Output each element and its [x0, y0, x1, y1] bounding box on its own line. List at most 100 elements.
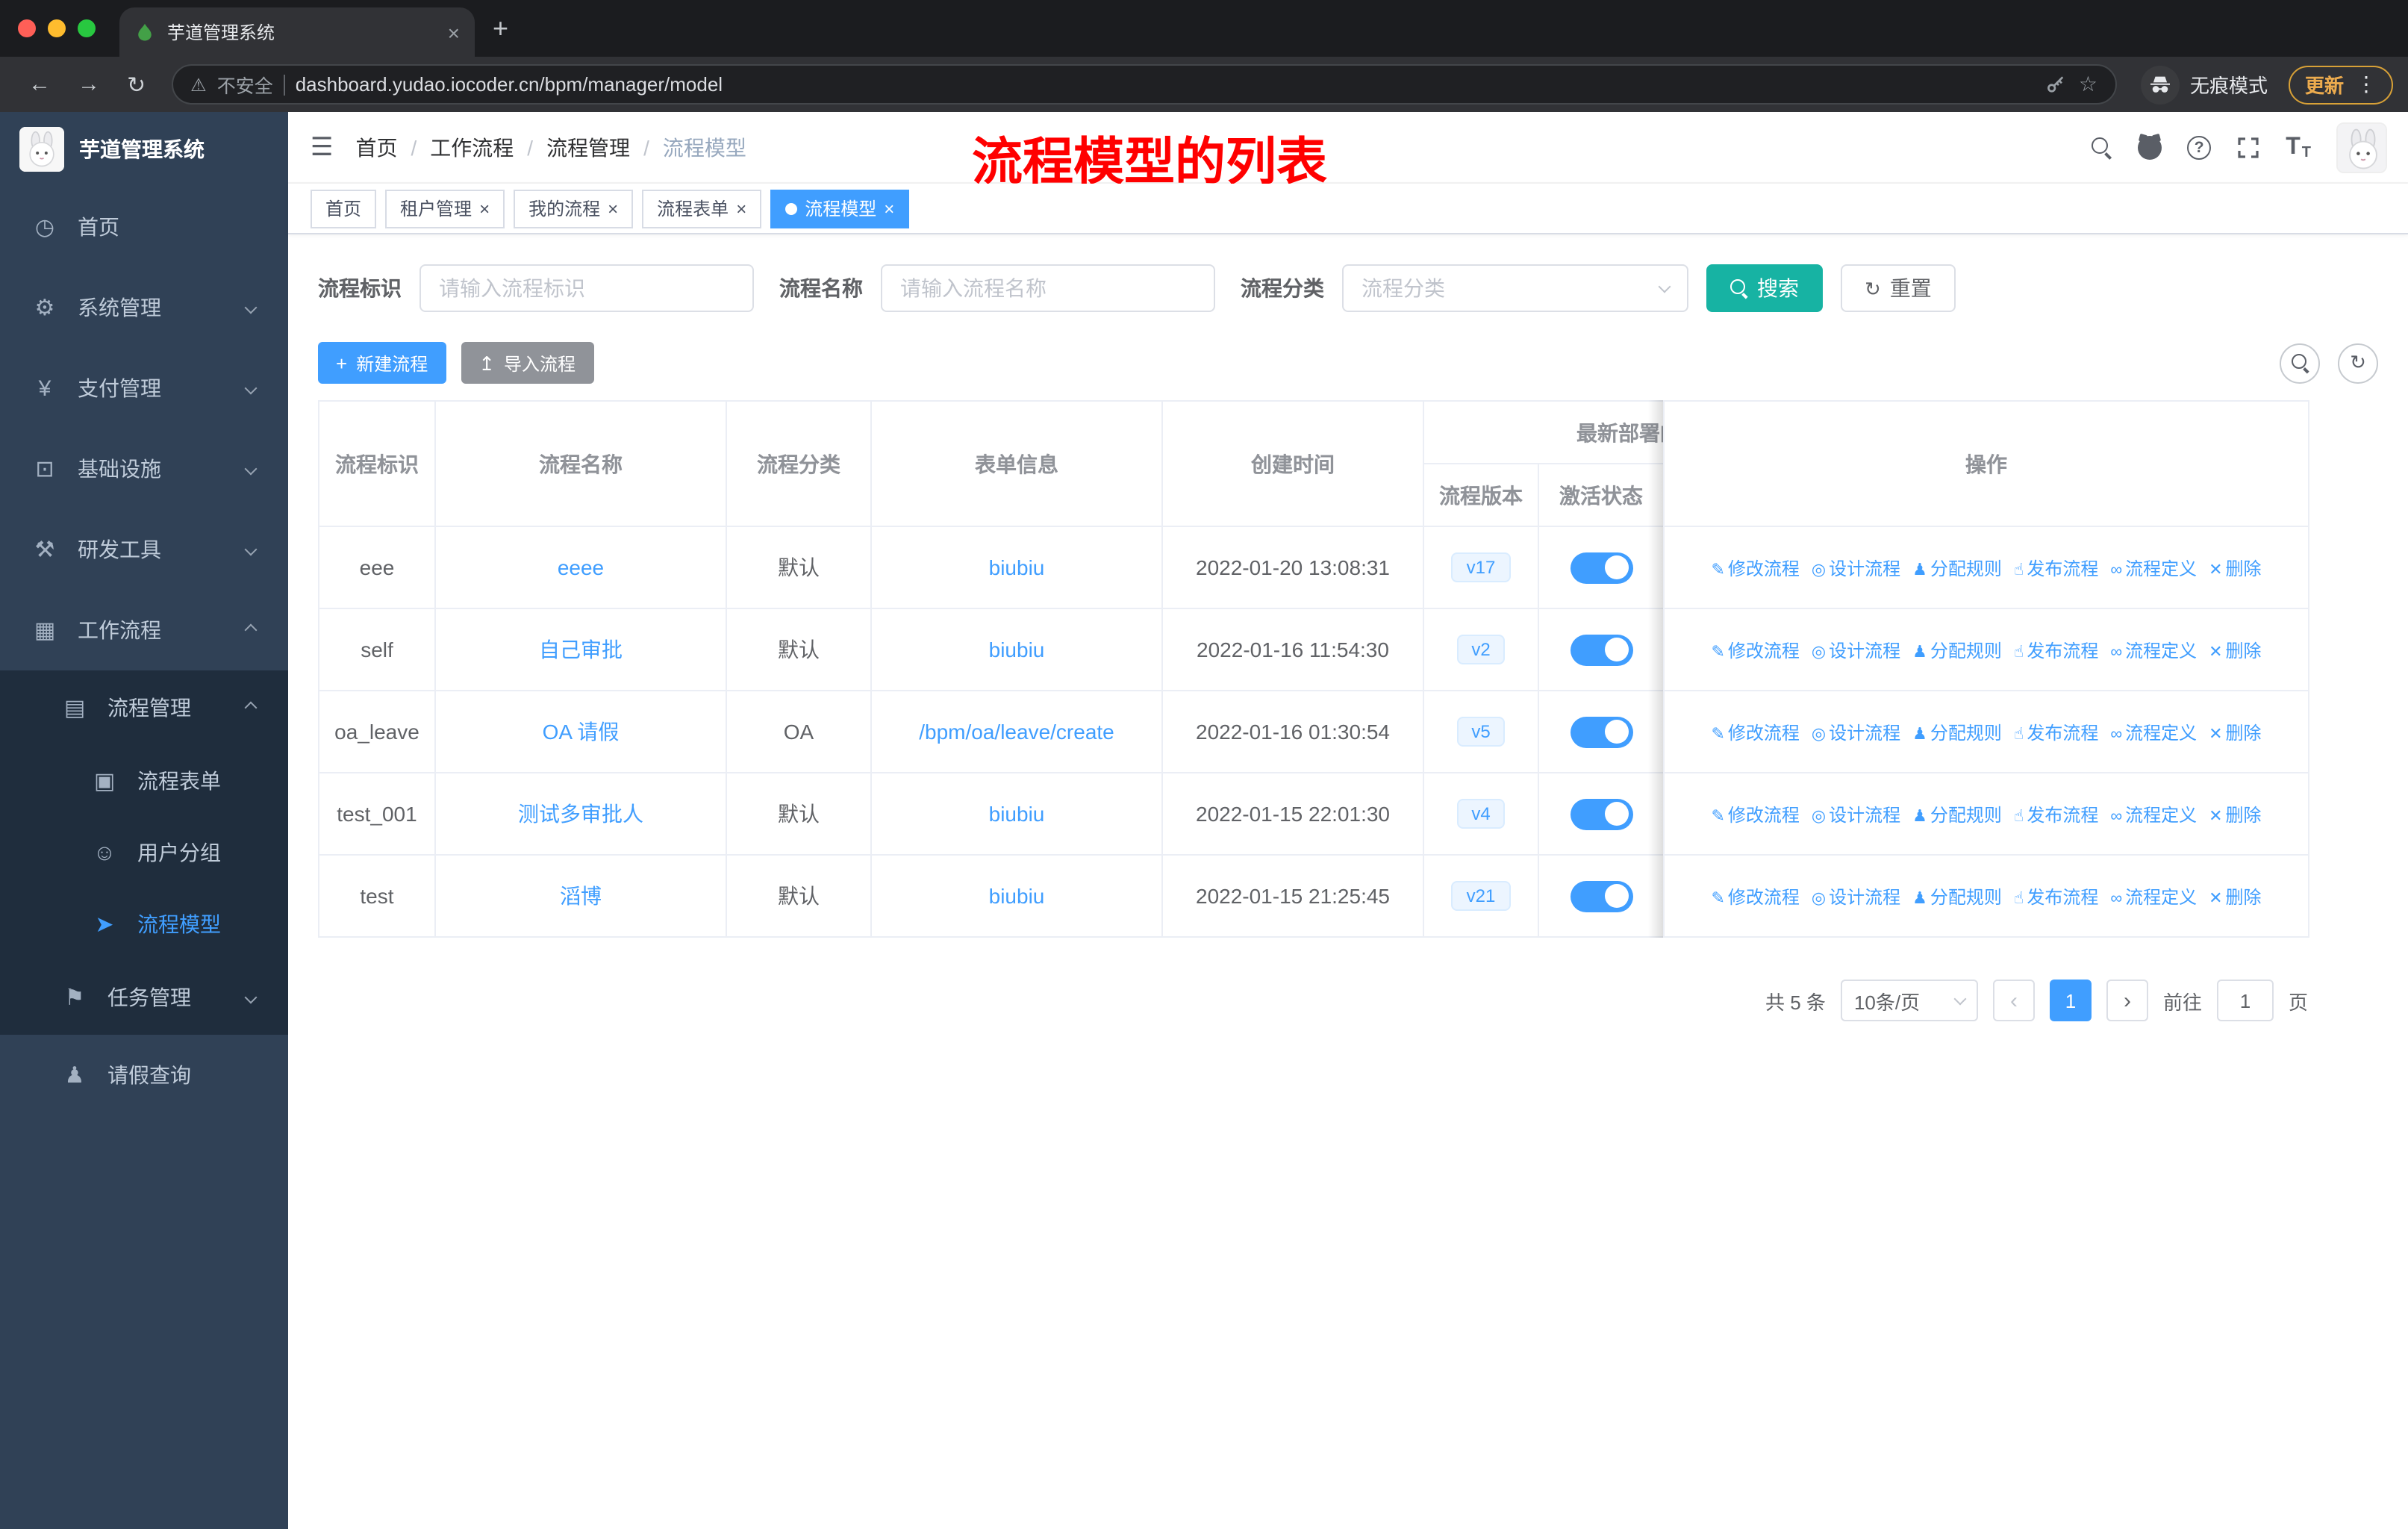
- github-icon[interactable]: [2138, 135, 2162, 159]
- tag-close-icon[interactable]: ×: [608, 199, 618, 217]
- action-assign-rules[interactable]: ♟ 分配规则: [1912, 558, 2002, 579]
- sidebar-item-system-mgmt[interactable]: ⚙ 系统管理: [0, 267, 288, 348]
- action-design-process[interactable]: ◎ 设计流程: [1812, 886, 1900, 907]
- bookmark-star-icon[interactable]: ☆: [2079, 72, 2097, 97]
- form-info-link[interactable]: biubiu: [989, 638, 1045, 661]
- tag-close-icon[interactable]: ×: [884, 199, 894, 217]
- action-publish-process[interactable]: ☝ 发布流程: [2014, 722, 2098, 743]
- sidebar-item-dev-tools[interactable]: ⚒ 研发工具: [0, 509, 288, 590]
- action-assign-rules[interactable]: ♟ 分配规则: [1912, 886, 2002, 907]
- reset-button[interactable]: ↻ 重置: [1841, 264, 1956, 312]
- action-design-process[interactable]: ◎ 设计流程: [1812, 804, 1900, 825]
- sidebar-item-process-model[interactable]: ➤ 流程模型: [0, 888, 288, 960]
- form-info-link[interactable]: biubiu: [989, 802, 1045, 826]
- action-process-definition[interactable]: ∞ 流程定义: [2110, 804, 2197, 825]
- sidebar-item-user-group[interactable]: ☺ 用户分组: [0, 817, 288, 888]
- action-design-process[interactable]: ◎ 设计流程: [1812, 722, 1900, 743]
- back-icon[interactable]: ←: [15, 72, 64, 97]
- active-toggle[interactable]: [1570, 716, 1632, 747]
- process-name-link[interactable]: OA 请假: [543, 720, 620, 744]
- toggle-search-button[interactable]: [2280, 343, 2320, 383]
- action-delete[interactable]: ✕ 删除: [2209, 886, 2261, 907]
- tag-process-model[interactable]: 流程模型 ×: [770, 189, 910, 228]
- action-edit-process[interactable]: ✎ 修改流程: [1711, 558, 1799, 579]
- tag-my-process[interactable]: 我的流程 ×: [514, 189, 634, 228]
- sidebar-item-task-mgmt[interactable]: ⚑ 任务管理: [0, 960, 288, 1035]
- action-process-definition[interactable]: ∞ 流程定义: [2110, 886, 2197, 907]
- update-chip[interactable]: 更新 ⋮: [2288, 65, 2393, 104]
- active-toggle[interactable]: [1570, 880, 1632, 912]
- action-publish-process[interactable]: ☝ 发布流程: [2014, 558, 2098, 579]
- breadcrumb-item[interactable]: 工作流程: [430, 132, 514, 162]
- import-process-button[interactable]: ↥ 导入流程: [461, 342, 594, 384]
- url-text[interactable]: dashboard.yudao.iocoder.cn/bpm/manager/m…: [296, 73, 2034, 96]
- action-design-process[interactable]: ◎ 设计流程: [1812, 558, 1900, 579]
- breadcrumb-item[interactable]: 流程管理: [546, 132, 630, 162]
- action-assign-rules[interactable]: ♟ 分配规则: [1912, 722, 2002, 743]
- action-delete[interactable]: ✕ 删除: [2209, 558, 2261, 579]
- goto-page-input[interactable]: [2216, 980, 2274, 1021]
- sidebar-item-process-form[interactable]: ▣ 流程表单: [0, 745, 288, 817]
- browser-tab[interactable]: 芋道管理系统 ×: [119, 7, 475, 57]
- reload-icon[interactable]: ↻: [113, 71, 159, 98]
- sidebar-item-process-mgmt[interactable]: ▤ 流程管理: [0, 670, 288, 745]
- process-name-input[interactable]: [881, 264, 1215, 312]
- action-edit-process[interactable]: ✎ 修改流程: [1711, 804, 1799, 825]
- action-assign-rules[interactable]: ♟ 分配规则: [1912, 640, 2002, 661]
- refresh-table-button[interactable]: ↻: [2338, 343, 2378, 383]
- action-process-definition[interactable]: ∞ 流程定义: [2110, 640, 2197, 661]
- update-label[interactable]: 更新: [2305, 70, 2344, 99]
- search-button[interactable]: 搜索: [1706, 264, 1823, 312]
- tag-home[interactable]: 首页: [311, 189, 377, 228]
- action-assign-rules[interactable]: ♟ 分配规则: [1912, 804, 2002, 825]
- tab-close-icon[interactable]: ×: [448, 22, 460, 43]
- avatar[interactable]: [2336, 122, 2387, 172]
- action-delete[interactable]: ✕ 删除: [2209, 640, 2261, 661]
- close-window-button[interactable]: [18, 19, 36, 37]
- sidebar-item-leave-query[interactable]: ♟ 请假查询: [0, 1035, 288, 1115]
- search-icon[interactable]: [2092, 137, 2112, 158]
- action-edit-process[interactable]: ✎ 修改流程: [1711, 722, 1799, 743]
- form-info-link[interactable]: biubiu: [989, 555, 1045, 579]
- page-size-select[interactable]: 10条/页: [1840, 980, 1978, 1021]
- breadcrumb-item[interactable]: 首页: [356, 132, 398, 162]
- form-info-link[interactable]: biubiu: [989, 884, 1045, 908]
- font-size-icon[interactable]: TT: [2286, 134, 2311, 161]
- action-publish-process[interactable]: ☝ 发布流程: [2014, 804, 2098, 825]
- create-process-button[interactable]: + 新建流程: [318, 342, 446, 384]
- tag-close-icon[interactable]: ×: [479, 199, 490, 217]
- action-publish-process[interactable]: ☝ 发布流程: [2014, 886, 2098, 907]
- action-edit-process[interactable]: ✎ 修改流程: [1711, 886, 1799, 907]
- key-icon[interactable]: [2044, 72, 2068, 96]
- action-process-definition[interactable]: ∞ 流程定义: [2110, 558, 2197, 579]
- process-name-link[interactable]: 测试多审批人: [518, 802, 643, 826]
- action-edit-process[interactable]: ✎ 修改流程: [1711, 640, 1799, 661]
- active-toggle[interactable]: [1570, 552, 1632, 583]
- browser-menu-icon[interactable]: ⋮: [2356, 72, 2377, 97]
- page-number-1[interactable]: 1: [2049, 980, 2092, 1021]
- action-design-process[interactable]: ◎ 设计流程: [1812, 640, 1900, 661]
- minimize-window-button[interactable]: [48, 19, 66, 37]
- tag-tenant-mgmt[interactable]: 租户管理 ×: [385, 189, 505, 228]
- security-label[interactable]: 不安全: [217, 70, 273, 99]
- process-name-link[interactable]: 滔博: [560, 884, 602, 908]
- address-bar[interactable]: ⚠ 不安全 dashboard.yudao.iocoder.cn/bpm/man…: [171, 64, 2117, 105]
- action-process-definition[interactable]: ∞ 流程定义: [2110, 722, 2197, 743]
- active-toggle[interactable]: [1570, 798, 1632, 829]
- sidebar-item-infrastructure[interactable]: ⊡ 基础设施: [0, 429, 288, 509]
- action-publish-process[interactable]: ☝ 发布流程: [2014, 640, 2098, 661]
- process-key-input[interactable]: [419, 264, 754, 312]
- active-toggle[interactable]: [1570, 634, 1632, 665]
- sidebar-item-home[interactable]: ◷ 首页: [0, 187, 288, 267]
- tag-process-form[interactable]: 流程表单 ×: [642, 189, 762, 228]
- action-delete[interactable]: ✕ 删除: [2209, 804, 2261, 825]
- process-category-select[interactable]: 流程分类: [1342, 264, 1688, 312]
- help-icon[interactable]: ?: [2187, 135, 2212, 159]
- forward-icon[interactable]: →: [64, 72, 113, 97]
- zoom-window-button[interactable]: [78, 19, 96, 37]
- tag-close-icon[interactable]: ×: [736, 199, 746, 217]
- new-tab-button[interactable]: +: [493, 15, 508, 42]
- hamburger-icon[interactable]: ☰: [288, 132, 356, 162]
- process-name-link[interactable]: eeee: [558, 555, 604, 579]
- next-page-button[interactable]: ›: [2106, 980, 2148, 1021]
